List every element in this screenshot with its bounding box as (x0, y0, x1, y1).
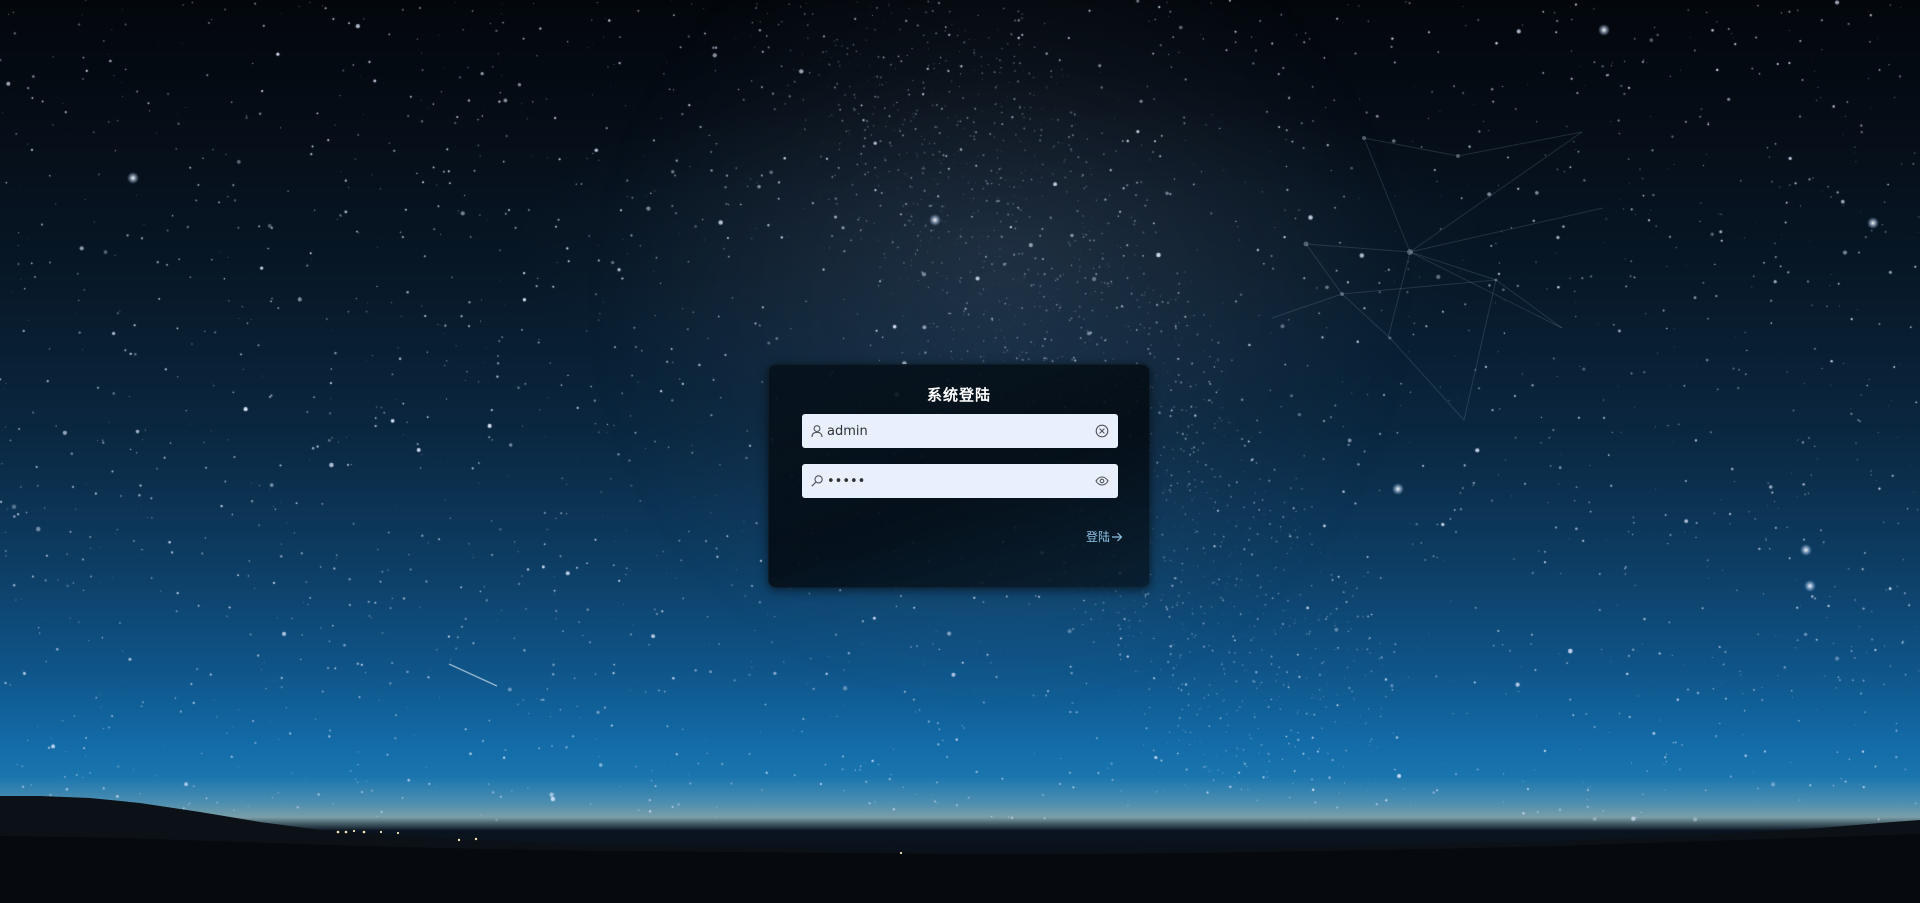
login-card: 系统登陆 登陆 (768, 364, 1150, 588)
username-input[interactable] (827, 414, 1087, 448)
login-button-label: 登陆 (1086, 530, 1111, 544)
password-input[interactable] (827, 464, 1087, 498)
password-field[interactable] (802, 464, 1118, 498)
login-title: 系统登陆 (926, 386, 991, 404)
meteor-streak (448, 663, 498, 687)
foreground-land (0, 834, 1920, 903)
constellation-nodes (1303, 136, 1498, 340)
login-button[interactable]: 登陆 (1086, 528, 1123, 545)
username-field[interactable] (802, 414, 1118, 448)
arrow-right-icon (1112, 532, 1123, 541)
constellation-decoration (1271, 131, 1604, 421)
key-icon (811, 475, 823, 487)
circle-close-icon[interactable] (1095, 424, 1109, 438)
starry-sky-background: 系统登陆 登陆 (0, 0, 1920, 903)
eye-icon[interactable] (1095, 474, 1109, 488)
user-icon (811, 425, 823, 438)
